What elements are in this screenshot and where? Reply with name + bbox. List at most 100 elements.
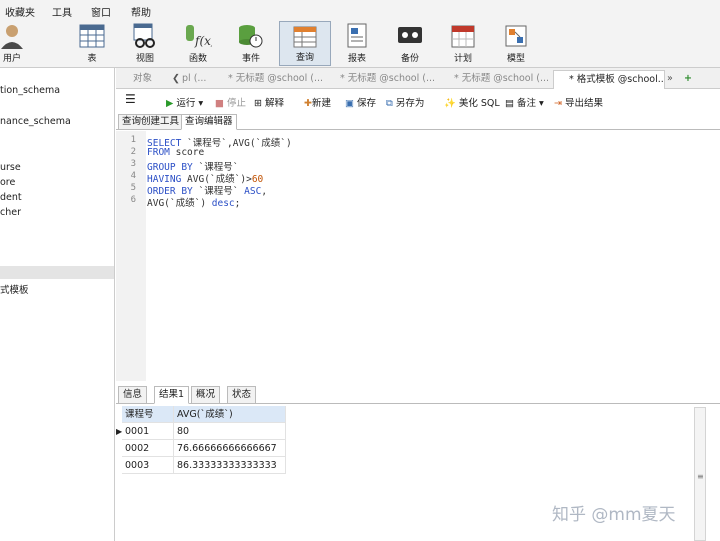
user-button[interactable]: 用户	[0, 20, 36, 66]
export-icon: ⇥	[554, 98, 562, 109]
model-icon	[505, 25, 527, 47]
query-label: 查询	[295, 53, 314, 63]
save-as-label: 另存为	[395, 98, 425, 109]
tree-selection	[0, 266, 114, 279]
table-cell[interactable]: 76.66666666666667	[174, 440, 286, 457]
menu-favorites[interactable]: 收藏夹	[5, 4, 35, 19]
code-line: FROM score	[147, 147, 204, 158]
tab-info[interactable]: 信息	[118, 386, 148, 404]
view-icon	[133, 23, 155, 48]
menu-bar: 收藏夹 工具 窗口 帮助	[0, 0, 720, 20]
tab-query-editor[interactable]: 查询编辑器	[181, 114, 237, 130]
query-button[interactable]: 查询	[279, 21, 331, 66]
tab-label: * 无标题 @school (...	[340, 73, 436, 84]
beautify-label: 美化 SQL	[458, 98, 500, 109]
menu-icon[interactable]: ☰	[125, 92, 136, 106]
save-as-icon: ⧉	[386, 98, 393, 109]
table-button[interactable]: 表	[68, 20, 116, 66]
tree-item[interactable]: ore	[0, 177, 15, 188]
table-cell[interactable]: 0002	[122, 440, 174, 457]
tab-3[interactable]: * 无标题 @school (...	[326, 70, 438, 89]
main-toolbar: 用户 表 视图 f(x) 函数 事件 查询 报表 备份 计划 模型	[0, 20, 720, 68]
view-button[interactable]: 视图	[121, 20, 169, 66]
new-icon: ✚	[304, 98, 312, 109]
event-label: 事件	[241, 54, 260, 64]
editor-tabs: 对象 ❮ pl (... * 无标题 @school (... * 无标题 @s…	[116, 68, 720, 89]
tab-5[interactable]: * 格式模板 @school...	[553, 70, 665, 89]
schedule-label: 计划	[453, 54, 472, 64]
stop-button[interactable]: ■ 停止	[215, 95, 246, 109]
new-button[interactable]: ✚新建	[304, 95, 331, 109]
beautify-sql-button[interactable]: ✨ 美化 SQL	[444, 95, 500, 109]
tree-item[interactable]: 式模板	[0, 282, 29, 296]
tab-object[interactable]: 对象	[133, 70, 171, 89]
table-cell[interactable]: 0001	[122, 423, 174, 440]
tab-query-builder[interactable]: 查询创建工具	[118, 114, 184, 130]
tab-result1[interactable]: 结果1	[154, 386, 190, 404]
sql-text: ,	[261, 186, 268, 197]
line-number: 4	[130, 171, 136, 181]
sql-editor[interactable]: 1 2 3 4 5 6 SELECT `课程号`,AVG(`成绩`) FROM …	[116, 131, 720, 381]
save-as-button[interactable]: ⧉ 另存为	[386, 95, 424, 109]
table-cell[interactable]: 0003	[122, 457, 174, 474]
line-number: 2	[130, 147, 136, 157]
tree-item[interactable]: dent	[0, 192, 22, 203]
schedule-button[interactable]: 计划	[439, 20, 487, 66]
tree-item[interactable]: urse	[0, 162, 21, 173]
sql-keyword: FROM	[147, 147, 170, 158]
explain-label: 解释	[265, 98, 285, 109]
code-line: AVG(`成绩`) desc;	[147, 195, 240, 209]
event-button[interactable]: 事件	[227, 20, 275, 66]
run-label: 运行	[176, 98, 196, 109]
comment-button[interactable]: ▤ 备注 ▾	[505, 95, 544, 109]
vertical-scrollbar[interactable]: ≡	[694, 407, 706, 541]
report-icon	[347, 23, 367, 48]
sql-keyword: desc	[211, 198, 235, 209]
scroll-grip-icon: ≡	[697, 472, 704, 481]
function-button[interactable]: f(x) 函数	[174, 20, 222, 66]
run-button[interactable]: ▶ 运行 ▾	[166, 95, 203, 109]
sql-text: score	[169, 147, 205, 158]
tab-profile[interactable]: 概况	[191, 386, 221, 404]
tab-scroll-right[interactable]: »	[667, 70, 681, 89]
menu-help[interactable]: 帮助	[131, 4, 151, 19]
save-label: 保存	[357, 98, 377, 109]
tree-item[interactable]: tion_schema	[0, 85, 60, 96]
explain-button[interactable]: ⊞ 解释	[254, 95, 284, 109]
tree-item[interactable]: cher	[0, 207, 21, 218]
user-label: 用户	[2, 54, 21, 64]
new-tab-button[interactable]: +	[684, 70, 702, 89]
query-mode-tabs: 查询创建工具 查询编辑器	[116, 113, 720, 130]
tab-2[interactable]: * 无标题 @school (...	[214, 70, 324, 89]
tree-item[interactable]: nance_schema	[0, 116, 71, 127]
table-label: 表	[87, 54, 97, 64]
query-icon	[293, 26, 317, 48]
svg-text:f(x): f(x)	[194, 34, 212, 48]
result-tabs: 信息 结果1 概况 状态	[116, 385, 720, 404]
model-label: 模型	[506, 54, 525, 64]
tab-status[interactable]: 状态	[227, 386, 257, 404]
save-button[interactable]: ▣ 保存	[345, 95, 376, 109]
sql-text: ;	[234, 198, 241, 209]
magic-wand-icon: ✨	[444, 98, 456, 109]
menu-window[interactable]: 窗口	[91, 4, 111, 19]
table-cell[interactable]: 80	[174, 423, 286, 440]
report-label: 报表	[347, 54, 366, 64]
export-results-button[interactable]: ⇥ 导出结果	[554, 95, 603, 109]
tab-1[interactable]: pl (...	[182, 70, 212, 89]
play-icon: ▶	[166, 98, 174, 109]
report-button[interactable]: 报表	[333, 20, 381, 66]
column-header[interactable]: 课程号	[122, 406, 174, 423]
tab-4[interactable]: * 无标题 @school (...	[440, 70, 553, 89]
table-cell[interactable]: 86.33333333333333	[174, 457, 286, 474]
comment-label: 备注	[517, 98, 537, 109]
function-icon: f(x)	[186, 25, 212, 48]
backup-button[interactable]: 备份	[386, 20, 434, 66]
menu-tools[interactable]: 工具	[52, 4, 72, 19]
explain-icon: ⊞	[254, 98, 262, 109]
model-button[interactable]: 模型	[492, 20, 540, 66]
column-header[interactable]: AVG(`成绩`)	[174, 406, 286, 423]
new-label: 新建	[311, 98, 331, 109]
sql-keyword: ASC	[244, 186, 262, 197]
view-label: 视图	[135, 54, 154, 64]
